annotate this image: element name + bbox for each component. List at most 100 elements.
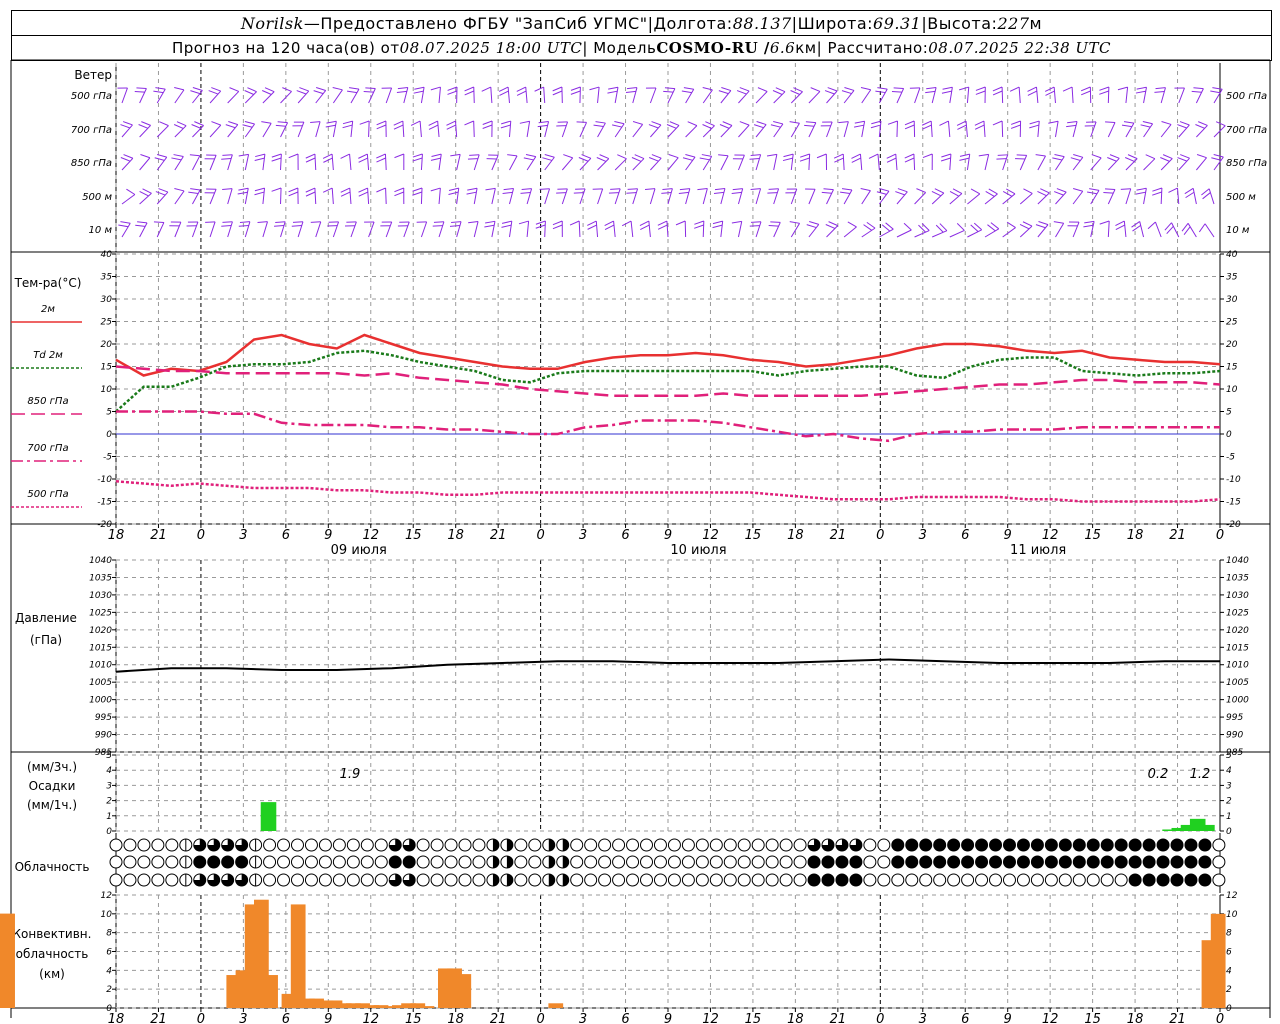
cloud-cover-symbol	[849, 838, 863, 852]
cloud-fill	[389, 856, 402, 868]
cloud-circle	[472, 855, 486, 869]
wind-barb-staff	[438, 188, 441, 205]
wind-barb	[992, 120, 1004, 138]
cloud-circle	[570, 873, 584, 887]
wind-barb	[262, 87, 275, 104]
wind-barb-flag	[448, 187, 459, 191]
wind-barb-flag	[136, 87, 147, 90]
wind-barb-flag	[596, 157, 607, 162]
cloud-cover-symbol	[458, 873, 472, 887]
cloud-circle	[263, 855, 277, 869]
wind-barb	[466, 187, 478, 205]
wind-barb	[799, 153, 811, 171]
cloud-fill	[492, 874, 499, 886]
wind-barb-flag	[1035, 224, 1046, 229]
wind-barb-staff	[438, 154, 442, 171]
conv-bar	[456, 974, 472, 1008]
wind-barb-flag	[1019, 224, 1030, 230]
wind-barb-flag	[719, 124, 730, 129]
wind-barb-staff	[1204, 223, 1215, 238]
wind-barb-flag	[394, 191, 404, 197]
wind-barb-flag	[876, 191, 887, 195]
wind-barb-staff	[526, 188, 533, 205]
wind-barb-flag	[800, 153, 810, 158]
cloud-cover-symbol	[416, 838, 430, 852]
temp-xtick-label: 0	[876, 528, 884, 543]
wind-barb	[1084, 121, 1097, 138]
wind-barb-staff	[720, 188, 726, 205]
wind-barb-flag	[694, 224, 704, 229]
wind-barb	[412, 187, 423, 205]
wind-barb	[556, 188, 568, 205]
wind-barb-flag	[1210, 90, 1221, 94]
cloud-cover-symbol	[360, 838, 374, 852]
wind-barb-flag	[834, 157, 844, 163]
wind-barb-flag	[916, 188, 926, 193]
wind-barb-staff	[1143, 87, 1147, 104]
wind-barb-flag	[135, 224, 146, 227]
wind-barb-flag	[934, 188, 945, 194]
wind-barb-staff	[349, 188, 352, 205]
wind-barb-flag	[188, 191, 199, 194]
cloud-cover-symbol	[1212, 855, 1226, 869]
wind-barb-staff	[843, 189, 853, 205]
cloud-fill	[1157, 839, 1170, 851]
cloud-cover-symbol	[193, 873, 207, 887]
cloud-fill	[1017, 856, 1030, 868]
wind-barb	[821, 188, 834, 205]
wind-barb-flag	[221, 158, 232, 160]
wind-barb-flag	[349, 87, 360, 90]
temp-ylabel-right: -10	[1226, 475, 1241, 485]
temp-ylabel-left: 10	[101, 385, 113, 395]
wind-barb	[1121, 121, 1135, 138]
wind-barb	[1015, 154, 1028, 171]
wind-barb-flag	[904, 120, 915, 126]
cloud-cover-symbol	[640, 855, 654, 869]
wind-barb-flag	[262, 90, 272, 95]
wind-barb-staff	[244, 154, 250, 171]
temp-xtick-label: 21	[150, 528, 167, 543]
wind-barb-flag	[956, 120, 967, 126]
cloud-circle	[528, 855, 542, 869]
temp-legend-label: Td 2м	[33, 350, 63, 361]
wind-barb	[225, 121, 239, 138]
wind-barb	[608, 188, 621, 205]
wind-barb	[1140, 121, 1153, 138]
temp-ylabel-right: 0	[1226, 430, 1232, 440]
cloud-circle	[151, 838, 165, 852]
wind-barb-flag	[126, 188, 136, 195]
cloud-fill	[947, 839, 960, 851]
wind-barb-staff	[808, 91, 821, 104]
wind-barb-staff	[456, 221, 462, 238]
conv-xtick-label: 12	[1042, 1012, 1059, 1024]
wind-barb-flag	[1117, 86, 1128, 91]
cloud-fill	[961, 856, 974, 868]
cloud-cover-symbol	[416, 873, 430, 887]
cloud-fill	[562, 874, 569, 886]
wind-barb-staff	[1053, 87, 1056, 104]
wind-barb	[1152, 187, 1163, 205]
wind-barb-flag	[159, 121, 169, 127]
cloud-cover-symbol	[123, 855, 137, 869]
cloud-cover-symbol	[1184, 855, 1198, 869]
wind-level-label-left: 10 м	[89, 225, 113, 236]
cloud-cover-symbol	[919, 838, 933, 852]
wind-barb-flag	[931, 191, 942, 197]
wind-barb-flag	[682, 157, 693, 161]
cloud-fill	[492, 856, 499, 868]
cloud-cover-symbol	[472, 855, 486, 869]
wind-barb-staff	[473, 188, 478, 205]
cloud-circle	[304, 855, 318, 869]
cloud-cover-symbol	[667, 855, 681, 869]
wind-barb-flag	[305, 157, 316, 163]
temp-ylabel-right: 40	[1226, 250, 1238, 260]
wind-barb-flag	[254, 191, 265, 196]
cloud-cover-symbol	[737, 838, 751, 852]
wind-barb-staff	[139, 222, 148, 238]
cloud-cover-symbol	[207, 855, 221, 869]
cloud-cover-symbol	[235, 855, 249, 869]
wind-barb-staff	[984, 193, 998, 205]
cloud-circle	[277, 855, 291, 869]
wind-barb-flag	[430, 157, 441, 161]
cloud-cover-symbol	[179, 873, 193, 887]
